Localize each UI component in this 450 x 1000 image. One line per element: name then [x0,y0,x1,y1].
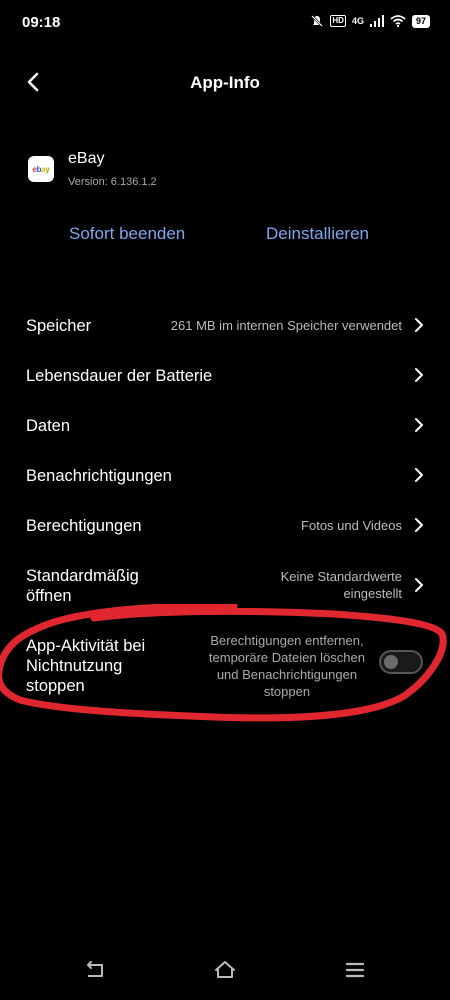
chevron-right-icon [415,418,423,432]
mute-icon [311,15,324,27]
setting-label: Daten [26,417,71,435]
setting-description: Berechtigungen entfernen, temporäre Date… [208,633,365,699]
app-version: Version: 6.136.1.2 [68,176,157,188]
app-actions: Sofort beenden Deinstallieren [0,224,450,250]
setting-label: Berechtigungen [26,517,142,535]
app-name: eBay [68,150,105,167]
wifi-icon [390,15,406,27]
force-stop-button[interactable]: Sofort beenden [69,224,185,244]
status-time: 09:18 [22,14,61,31]
ebay-app-icon: ebay [28,156,54,182]
page-title: App-Info [190,73,260,92]
setting-label: Benachrichtigungen [26,467,172,485]
chevron-right-icon [415,578,423,592]
setting-label: Lebensdauer der Batterie [26,367,213,385]
back-nav-icon[interactable] [83,958,107,982]
signal-icon [369,15,384,27]
setting-label: Standardmäßig öffnen [26,567,139,605]
status-bar: 09:18 HD 4G 97 [0,0,450,44]
battery-icon: 97 [411,14,430,28]
setting-row-data[interactable]: Daten [0,405,450,445]
setting-row-pause-app-activity[interactable]: App-Aktivität bei Nichtnutzung stoppen B… [0,632,450,702]
uninstall-button[interactable]: Deinstallieren [266,224,369,244]
menu-nav-icon[interactable] [343,958,367,982]
setting-value: 261 MB im internen Speicher verwendet [170,318,402,333]
setting-row-notifications[interactable]: Benachrichtigungen [0,455,450,495]
setting-row-battery[interactable]: Lebensdauer der Batterie [0,355,450,395]
app-header: App-Info [0,60,450,104]
chevron-right-icon [415,518,423,532]
setting-row-permissions[interactable]: Berechtigungen Fotos und Videos [0,505,450,545]
setting-label: App-Aktivität bei Nichtnutzung stoppen [26,637,146,695]
chevron-right-icon [415,318,423,332]
hd-voice-icon: HD [330,15,346,27]
chevron-right-icon [415,368,423,382]
setting-value: Fotos und Videos [301,518,402,533]
setting-value: Keine Standardwerte eingestellt [280,569,402,601]
setting-label: Speicher [26,317,92,335]
status-icons: HD 4G 97 [310,14,430,28]
system-nav-bar [0,944,450,1000]
home-nav-icon[interactable] [213,958,237,982]
toggle-knob [384,655,398,669]
pause-activity-toggle[interactable] [379,650,423,674]
chevron-right-icon [415,468,423,482]
network-type-label: 4G [351,16,364,26]
setting-row-open-by-default[interactable]: Standardmäßig öffnen Keine Standardwerte… [0,562,450,612]
setting-row-storage[interactable]: Speicher 261 MB im internen Speicher ver… [0,305,450,345]
